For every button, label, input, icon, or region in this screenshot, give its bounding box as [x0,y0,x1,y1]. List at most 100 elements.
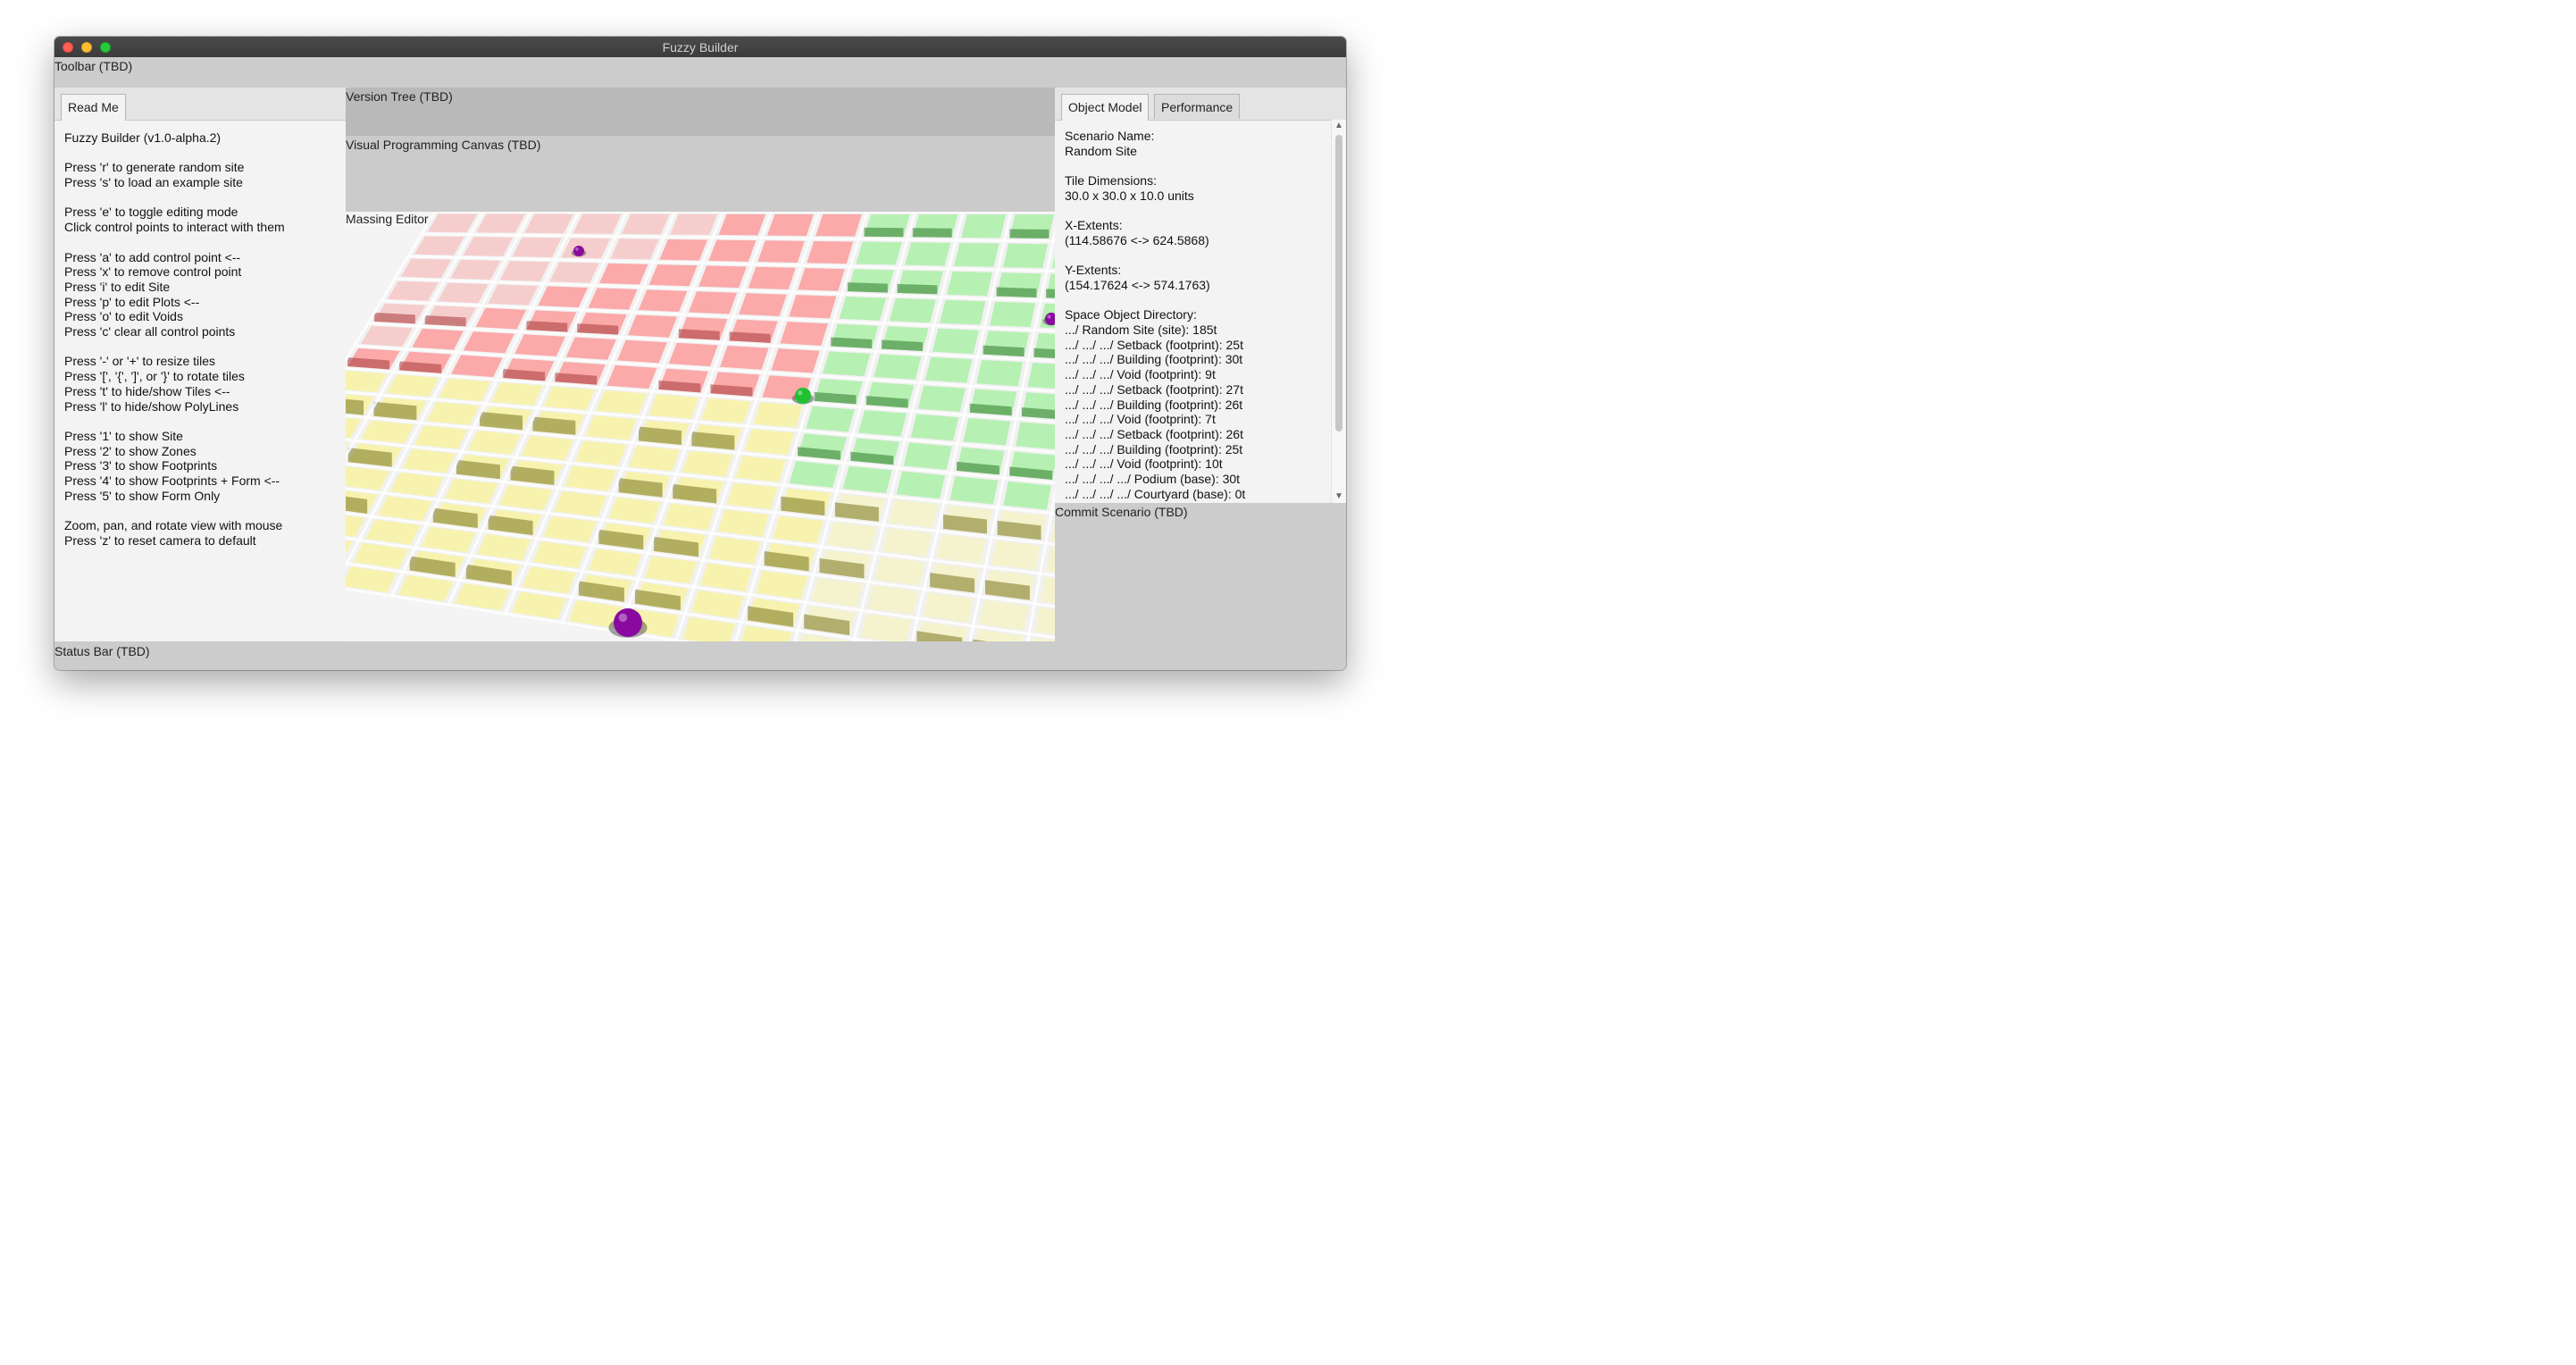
red-zone-tile [807,240,854,264]
red-zone-tile [815,214,862,237]
green-zone-tile [903,442,952,470]
green-zone-tile [976,359,1024,387]
yellow-zone-tile [735,456,786,482]
object-model-line: .../ .../ .../ Setback (footprint): 26t [1065,427,1243,441]
control-point-highlight [798,390,803,396]
green-zone-tile [939,299,986,325]
object-model-line: (114.58676 <-> 624.5868) [1065,232,1209,247]
object-model-line: .../ .../ .../ Setback (footprint): 25t [1065,337,1243,352]
object-model-scrollbar[interactable]: ▲ ▼ [1331,120,1346,503]
green-zone-tile [822,351,871,377]
control-point-green[interactable] [795,388,811,404]
red-zone-tile [606,364,657,389]
green-zone-tile [954,243,999,267]
object-model-line: .../ Random Site (site): 185t [1065,322,1217,338]
control-point-highlight [575,247,579,251]
toolbar: Toolbar (TBD) [54,57,1346,88]
object-model-line: Y-Extents: [1065,263,1122,278]
version-tree-panel: Version Tree (TBD) [346,88,1055,136]
scroll-down-icon[interactable]: ▼ [1332,490,1346,503]
red-zone-tile [720,346,769,370]
window-title: Fuzzy Builder [662,40,739,54]
readme-line: Zoom, pan, and rotate view with mouse [64,518,283,533]
object-model-line: .../ .../ .../ Void (footprint): 7t [1065,412,1216,427]
green-zone-tile [1002,243,1048,268]
object-model-line: .../ .../ .../ Building (footprint): 30t [1065,352,1243,367]
control-point-purple-large[interactable] [614,608,642,637]
scrollbar-thumb[interactable] [1335,135,1342,431]
yellow-zone-tile [700,398,751,423]
object-model-line: .../ .../ .../ Setback (footprint): 27t [1065,381,1243,397]
object-model-line: Space Object Directory: [1065,307,1197,322]
readme-line: Press 'i' to edit Site [64,279,171,294]
red-zone-tile [780,322,828,346]
control-point-purple[interactable] [573,246,584,256]
control-point-highlight [618,613,628,623]
object-model-line: 30.0 x 30.0 x 10.0 units [1065,188,1194,203]
red-zone-tile [708,239,757,262]
green-zone-tile [961,214,1007,239]
visual-programming-canvas[interactable]: Visual Programming Canvas (TBD) [346,136,1055,212]
object-model-scroll-area[interactable]: Scenario Name: Random Site Tile Dimensions… [1055,120,1332,503]
version-tree-label: Version Tree (TBD) [346,89,453,104]
object-model-text: Scenario Name: Random Site Tile Dimensions… [1065,129,1245,502]
app-window: Fuzzy Builder Toolbar (TBD) Read Me Fuzz… [54,37,1346,670]
green-zone-tile [1016,422,1055,449]
object-model-line: X-Extents: [1065,218,1123,233]
object-model-line: .../ .../ .../ Void (footprint): 10t [1065,456,1223,472]
status-bar-label: Status Bar (TBD) [54,644,150,658]
building-face [1046,289,1055,298]
readme-line: Press 's' to load an example site [64,175,243,190]
toolbar-label: Toolbar (TBD) [54,59,133,73]
tab-read-me[interactable]: Read Me [61,94,126,121]
readme-line: Press '-' or '+' to resize tiles [64,354,216,369]
control-point-highlight [1047,314,1051,319]
red-zone-tile [565,337,616,360]
right-panel: Object Model Performance Scenario Name: R… [1055,88,1346,503]
red-zone-tile [766,214,814,237]
green-zone-tile [910,414,959,441]
object-model-line: .../ .../ .../ .../ Podium (base): 30t [1065,472,1241,487]
red-zone-tile [771,348,820,373]
object-model-line: .../ .../ .../ Building (footprint): 26t [1065,397,1243,412]
red-zone-tile [627,314,678,338]
green-zone-tile [874,354,922,380]
tab-object-model[interactable]: Object Model [1061,94,1150,121]
yellow-zone-tile [596,390,648,415]
building-face [1009,229,1050,239]
yellow-zone-tile [648,394,699,419]
tab-performance[interactable]: Performance [1154,94,1241,119]
readme-line: Press 't' to hide/show Tiles <-- [64,383,230,398]
readme-line: Press 'p' to edit Plots <-- [64,294,200,309]
massing-3d-scene[interactable] [346,212,1055,641]
title-bar[interactable]: Fuzzy Builder [54,37,1346,58]
building-face [847,282,888,293]
building-face [864,227,904,238]
readme-line: Press '3' to show Footprints [64,458,218,473]
object-model-line: .../ .../ .../ Building (footprint): 25t [1065,441,1243,456]
commit-scenario-panel: Commit Scenario (TBD) [1055,503,1346,641]
massing-editor-viewport[interactable]: Massing Editor [346,212,1055,641]
red-zone-tile [698,265,747,289]
green-zone-tile [924,356,973,383]
green-zone-tile [789,461,840,488]
red-zone-tile [757,240,805,264]
yellow-zone-tile [585,415,637,440]
readme-line: Press 'z' to reset camera to default [64,532,256,548]
object-model-line: Random Site [1065,143,1137,158]
green-zone-tile [806,406,855,432]
readme-line: Click control points to interact with th… [64,220,285,235]
visual-programming-label: Visual Programming Canvas (TBD) [346,138,541,152]
scroll-up-icon[interactable]: ▲ [1332,120,1346,132]
green-zone-tile [905,242,951,266]
red-zone-tile [648,264,698,287]
yellow-zone-tile [753,402,803,428]
massing-editor-label: Massing Editor [346,212,431,226]
green-zone-tile [932,328,979,355]
